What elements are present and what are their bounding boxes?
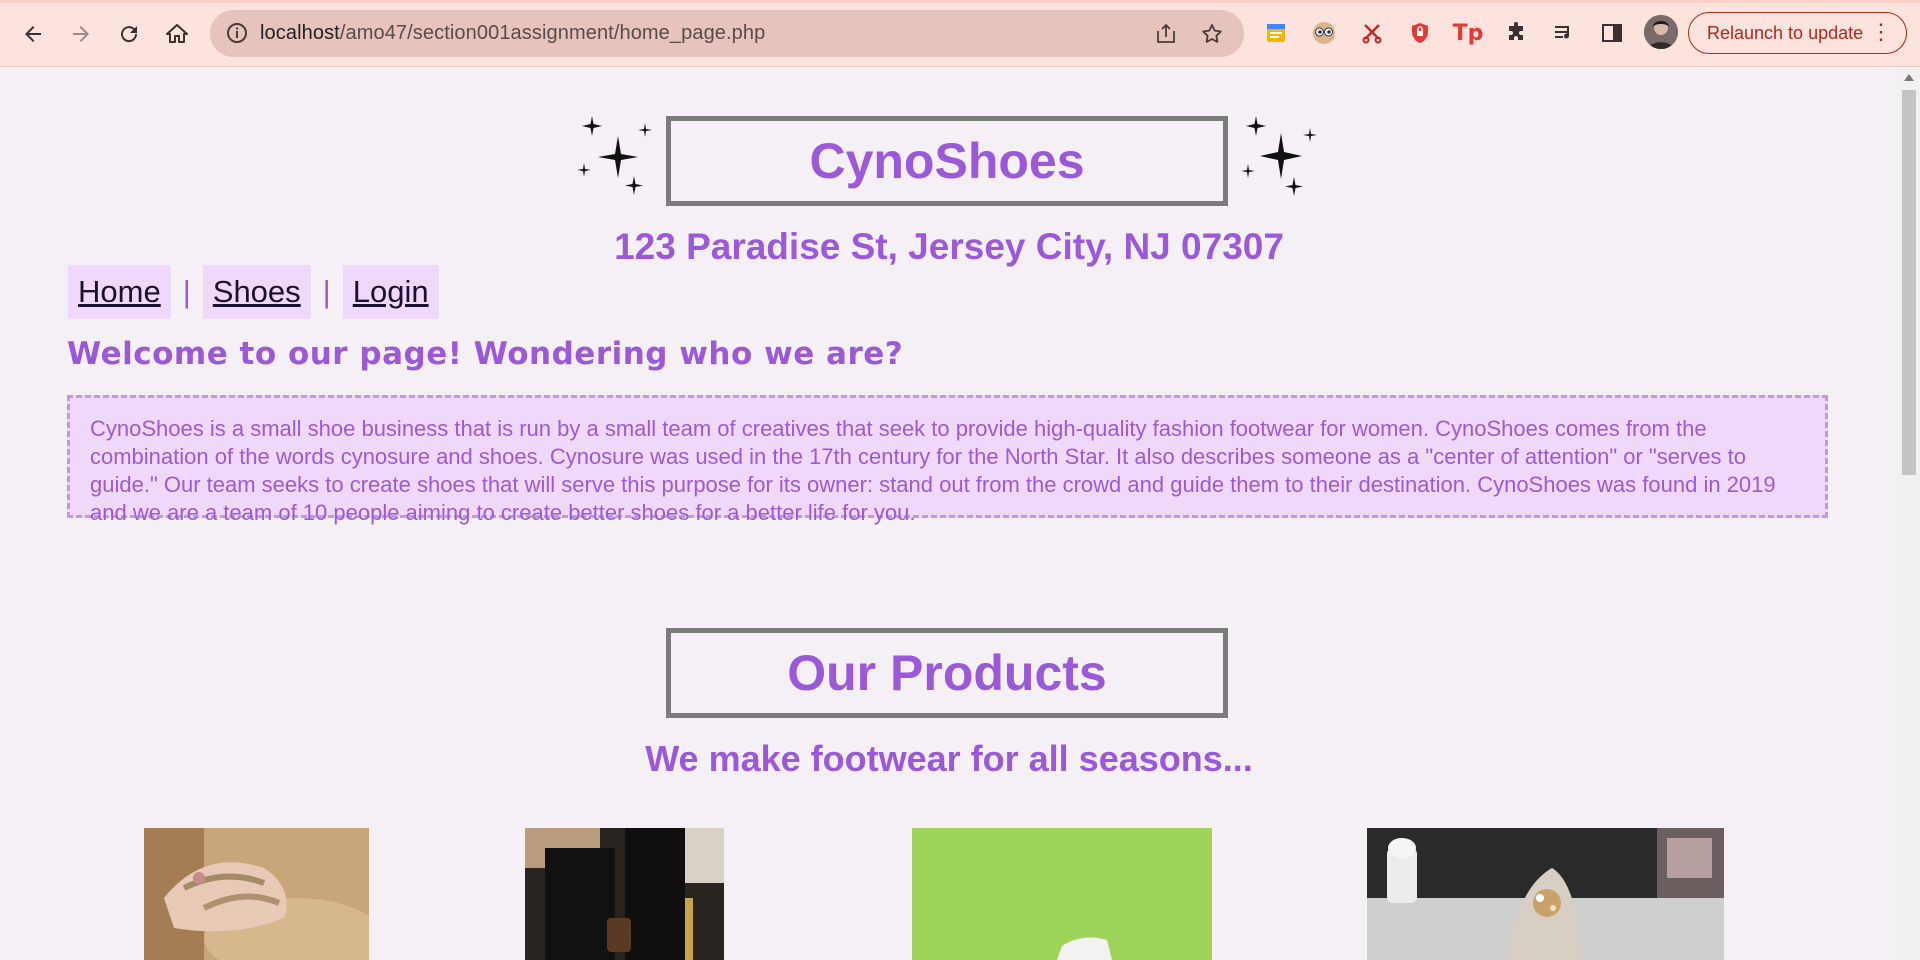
scrollbar-thumb[interactable] <box>1902 90 1916 475</box>
url-text[interactable]: localhost/amo47/section001assignment/hom… <box>260 22 765 45</box>
browser-toolbar: localhost/amo47/section001assignment/hom… <box>0 0 1920 67</box>
white-sneaker-photo[interactable] <box>912 828 1212 960</box>
sandal-photo[interactable] <box>144 828 369 960</box>
bookmark-star-icon[interactable] <box>1200 22 1224 46</box>
relaunch-to-update-button[interactable]: Relaunch to update ⋮ <box>1688 12 1907 54</box>
scissors-extension-icon[interactable] <box>1358 19 1386 47</box>
products-heading: Our Products <box>666 628 1228 718</box>
nav-separator: | <box>182 274 191 309</box>
store-address: 123 Paradise St, Jersey City, NJ 07307 <box>614 226 1284 267</box>
nav-link-login[interactable]: Login <box>342 265 439 319</box>
welcome-heading: Welcome to our page! Wondering who we ar… <box>67 336 904 372</box>
eyes-extension-icon[interactable] <box>1310 19 1338 47</box>
page-scrollbar[interactable] <box>1898 68 1920 960</box>
more-menu-icon[interactable]: ⋮ <box>1870 21 1892 43</box>
home-icon[interactable] <box>160 17 194 51</box>
side-panel-icon[interactable] <box>1598 19 1626 47</box>
sparkles-left-icon <box>577 116 652 195</box>
profile-avatar[interactable] <box>1644 15 1678 49</box>
thigh-high-boot-photo[interactable] <box>525 828 724 960</box>
nav-link-home[interactable]: Home <box>68 265 171 319</box>
sparkles-right-icon <box>1241 116 1317 196</box>
url-path: /amo47/section001assignment/home_page.ph… <box>339 22 766 44</box>
about-text: CynoShoes is a small shoe business that … <box>90 416 1776 525</box>
url-host: localhost <box>260 22 340 44</box>
scroll-up-arrow-icon[interactable] <box>1904 74 1914 81</box>
shield-extension-icon[interactable] <box>1406 19 1434 47</box>
address-bar[interactable]: localhost/amo47/section001assignment/hom… <box>210 10 1244 57</box>
info-icon[interactable] <box>226 22 248 44</box>
embellished-flat-photo[interactable] <box>1367 828 1724 960</box>
notes-extension-icon[interactable] <box>1262 19 1290 47</box>
tab-strip-edge <box>0 0 1920 3</box>
share-icon[interactable] <box>1154 22 1178 46</box>
relaunch-label: Relaunch to update <box>1707 22 1864 43</box>
page-viewport: CynoShoes 123 Paradise St, Jersey City, … <box>0 68 1898 960</box>
reload-icon[interactable] <box>112 17 146 51</box>
nav-separator: | <box>322 274 331 309</box>
site-title: CynoShoes <box>666 116 1228 206</box>
about-panel: CynoShoes is a small shoe business that … <box>67 395 1828 525</box>
puzzle-extension-icon[interactable] <box>1502 19 1530 47</box>
products-tagline: We make footwear for all seasons... <box>645 738 1253 779</box>
nav-link-shoes[interactable]: Shoes <box>202 265 311 319</box>
back-icon[interactable] <box>16 17 50 51</box>
main-nav: Home | Shoes | Login <box>68 264 439 320</box>
forward-icon[interactable] <box>64 17 98 51</box>
media-list-icon[interactable] <box>1550 19 1578 47</box>
tp-extension-icon[interactable]: Tp <box>1453 19 1484 47</box>
